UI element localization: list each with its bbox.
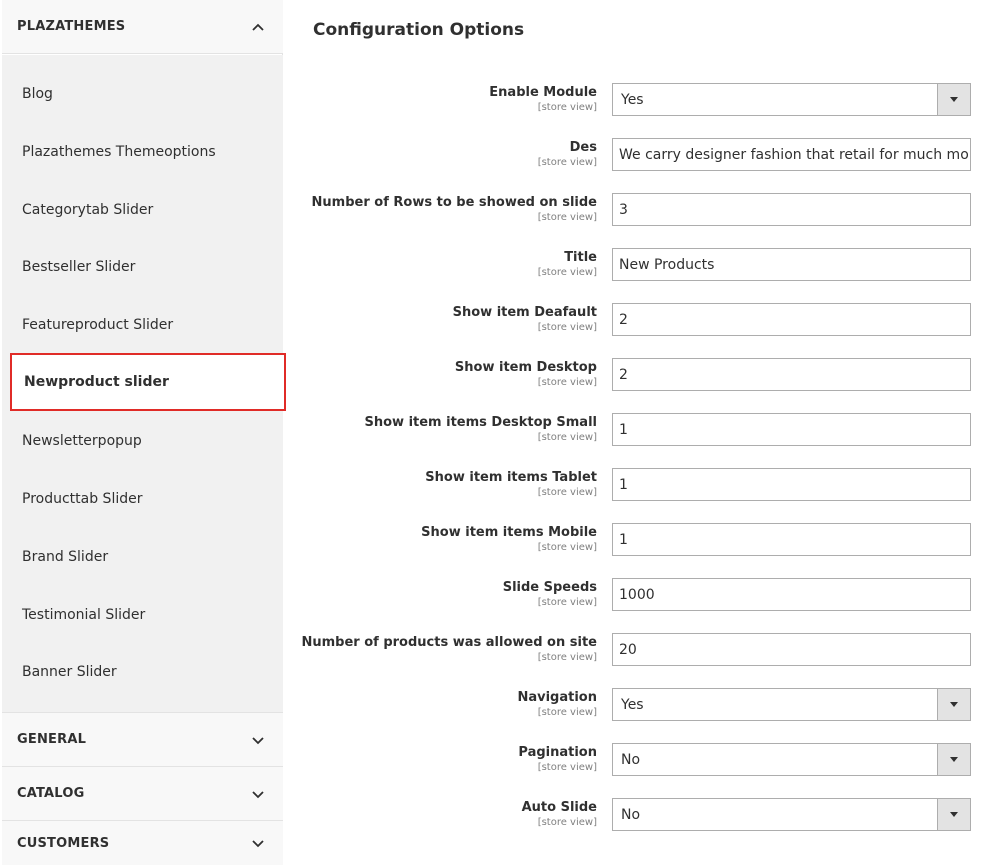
field-row-show-item-desktop: Show item Desktop [store view] 2 [283,358,988,392]
field-label: Show item Deafault [452,305,597,320]
field-scope: [store view] [537,487,597,498]
field-row-rows: Number of Rows to be showed on slide [st… [283,193,988,227]
field-label: Pagination [518,745,597,760]
field-row-products-allowed: Number of products was allowed on site [… [283,633,988,667]
des-input[interactable]: We carry designer fashion that retail fo… [612,138,971,171]
slide-speeds-input[interactable]: 1000 [612,578,971,611]
section-label: PLAZATHEMES [17,19,126,34]
field-scope: [store view] [537,762,597,773]
field-label: Show item items Mobile [421,525,597,540]
desktop-small-input[interactable]: 1 [612,413,971,446]
sidebar-item-blog[interactable]: Blog [2,65,283,123]
field-row-enable-module: Enable Module [store view] Yes [283,83,988,117]
auto-slide-select[interactable]: No [612,798,971,831]
page-title: Configuration Options [313,20,525,40]
field-row-tablet: Show item items Tablet [store view] 1 [283,468,988,502]
chevron-down-icon [252,790,264,798]
section-catalog[interactable]: CATALOG [2,767,283,821]
navigation-select[interactable]: Yes [612,688,971,721]
field-scope: [store view] [537,817,597,828]
config-main: Configuration Options Enable Module [sto… [283,0,988,865]
dropdown-arrow-icon[interactable] [937,799,970,830]
section-customers[interactable]: CUSTOMERS [2,821,283,865]
field-scope: [store view] [537,157,597,168]
dropdown-arrow-icon[interactable] [937,744,970,775]
enable-module-select[interactable]: Yes [612,83,971,116]
tablet-input[interactable]: 1 [612,468,971,501]
sidebar-item-newproduct-slider[interactable]: Newproduct slider [10,353,286,411]
dropdown-arrow-icon[interactable] [937,84,970,115]
field-scope: [store view] [537,322,597,333]
dropdown-arrow-icon[interactable] [937,689,970,720]
sidebar-item-categorytab-slider[interactable]: Categorytab Slider [2,181,283,239]
field-label: Show item Desktop [454,360,597,375]
chevron-down-icon [252,840,264,848]
section-label: GENERAL [17,732,87,747]
show-item-desktop-input[interactable]: 2 [612,358,971,391]
sidebar-item-banner-slider[interactable]: Banner Slider [2,643,283,701]
field-label: Show item items Desktop Small [364,415,597,430]
field-label: Navigation [517,690,597,705]
field-row-title: Title [store view] New Products [283,248,988,282]
sidebar-item-producttab-slider[interactable]: Producttab Slider [2,470,283,528]
select-value: Yes [621,91,644,108]
field-row-desktop-small: Show item items Desktop Small [store vie… [283,413,988,447]
field-label: Show item items Tablet [425,470,597,485]
sidebar-item-testimonial-slider[interactable]: Testimonial Slider [2,586,283,644]
field-row-show-item-default: Show item Deafault [store view] 2 [283,303,988,337]
sidebar-item-newsletterpopup[interactable]: Newsletterpopup [2,412,283,470]
section-general[interactable]: GENERAL [2,713,283,767]
plazathemes-items: Blog Plazathemes Themeoptions Categoryta… [2,55,286,712]
products-allowed-input[interactable]: 20 [612,633,971,666]
field-label: Auto Slide [521,800,597,815]
field-label: Slide Speeds [502,580,597,595]
show-item-default-input[interactable]: 2 [612,303,971,336]
title-input[interactable]: New Products [612,248,971,281]
field-scope: [store view] [537,542,597,553]
section-label: CUSTOMERS [17,835,110,851]
field-scope: [store view] [537,707,597,718]
field-scope: [store view] [537,212,597,223]
section-plazathemes[interactable]: PLAZATHEMES [2,0,283,54]
sidebar-item-themeoptions[interactable]: Plazathemes Themeoptions [2,123,283,181]
field-scope: [store view] [537,432,597,443]
select-value: No [621,806,641,823]
pagination-select[interactable]: No [612,743,971,776]
field-scope: [store view] [537,267,597,278]
field-row-pagination: Pagination [store view] No [283,743,988,777]
field-label: Number of products was allowed on site [301,635,597,650]
field-label: Number of Rows to be showed on slide [311,195,597,210]
field-scope: [store view] [537,102,597,113]
sidebar-item-bestseller-slider[interactable]: Bestseller Slider [2,238,283,296]
chevron-down-icon [252,736,264,744]
field-row-des: Des [store view] We carry designer fashi… [283,138,988,172]
field-row-mobile: Show item items Mobile [store view] 1 [283,523,988,557]
section-label: CATALOG [17,786,85,801]
field-scope: [store view] [537,597,597,608]
config-sidebar: PLAZATHEMES Blog Plazathemes Themeoption… [0,0,286,865]
field-row-slide-speeds: Slide Speeds [store view] 1000 [283,578,988,612]
select-value: No [621,751,641,768]
field-scope: [store view] [537,377,597,388]
field-row-navigation: Navigation [store view] Yes [283,688,988,722]
field-label: Enable Module [489,85,597,100]
field-label: Title [564,250,597,265]
field-scope: [store view] [537,652,597,663]
chevron-up-icon [252,23,264,31]
rows-input[interactable]: 3 [612,193,971,226]
select-value: Yes [621,696,644,713]
field-label: Des [569,140,597,155]
mobile-input[interactable]: 1 [612,523,971,556]
field-row-auto-slide: Auto Slide [store view] No [283,798,988,832]
sidebar-item-brand-slider[interactable]: Brand Slider [2,528,283,586]
sidebar-item-featureproduct-slider[interactable]: Featureproduct Slider [2,296,283,354]
